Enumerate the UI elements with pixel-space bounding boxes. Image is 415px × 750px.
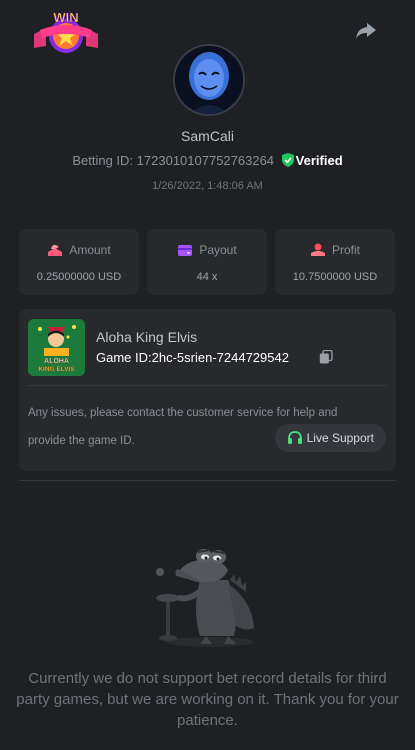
username: SamCali [181,128,234,144]
svg-text:KING ELVIS: KING ELVIS [38,366,75,373]
svg-text:ALOHA: ALOHA [44,358,69,365]
game-info-card: ALOHA KING ELVIS Aloha King Elvis Game I… [19,309,396,471]
amount-icon [48,244,63,256]
headset-icon [287,431,302,444]
betting-id-row: Betting ID: 1723010107752763264 Verified [0,153,415,170]
share-icon[interactable] [355,22,377,40]
payout-value: 44 x [196,271,218,283]
amount-card: Amount 0.25000000 USD [19,229,139,295]
payout-icon [178,245,193,256]
section-divider [19,480,396,481]
profit-value: 10.7500000 USD [292,271,378,283]
verified-label: Verified [295,153,343,168]
betting-id-label: Betting ID: [72,153,134,168]
bet-timestamp: 1/26/2022, 1:48:06 AM [152,180,263,192]
profit-card: Profit 10.7500000 USD [275,229,395,295]
profit-label: Profit [331,243,360,257]
live-support-label: Live Support [306,431,374,445]
amount-label: Amount [69,243,111,257]
live-support-button[interactable]: Live Support [274,424,386,452]
game-id-label: Game ID: [96,350,152,365]
crocodile-mascot-illustration [150,540,262,650]
game-id-row: Game ID:2hc-5srien-7244729542 [96,350,289,365]
payout-card: Payout 44 x [147,229,267,295]
win-badge-text: WIN [53,10,78,25]
profit-icon [310,243,325,256]
verified-shield-icon [281,153,294,170]
win-badge-logo: WIN [32,8,100,56]
card-divider [28,385,387,386]
copy-icon[interactable] [319,349,333,364]
user-avatar [173,44,245,116]
payout-label: Payout [199,243,237,257]
game-thumbnail[interactable]: ALOHA KING ELVIS [28,319,85,376]
game-id-value: 2hc-5srien-7244729542 [151,350,289,365]
game-name: Aloha King Elvis [96,329,198,345]
unsupported-notice: Currently we do not support bet record d… [16,670,399,729]
amount-value: 0.25000000 USD [36,271,122,283]
betting-id-value: 1723010107752763264 [136,153,275,168]
